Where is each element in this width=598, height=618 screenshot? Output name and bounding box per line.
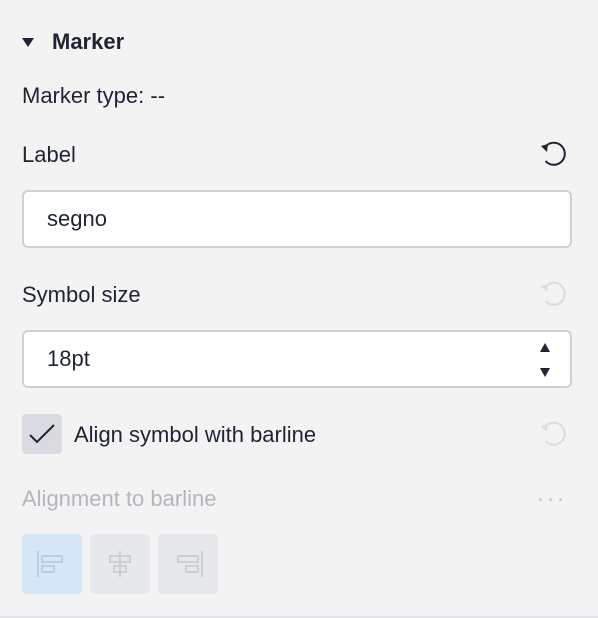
label-input[interactable] (47, 206, 487, 232)
symbol-size-field[interactable]: 18pt (22, 330, 572, 388)
align-left-icon (37, 551, 63, 577)
align-right-icon (177, 551, 203, 577)
align-symbol-label[interactable]: Align symbol with barline (74, 421, 316, 449)
marker-properties-panel: Marker Marker type: -- Label Symbol size… (0, 0, 598, 618)
symbol-size-label: Symbol size (22, 282, 141, 307)
reset-align-icon[interactable] (536, 416, 572, 452)
label-text-field[interactable] (22, 190, 572, 248)
stepper-down-icon[interactable] (540, 368, 550, 377)
checkmark-icon (29, 424, 55, 444)
label-field-label: Label (22, 142, 76, 167)
align-right-button[interactable] (158, 534, 218, 594)
align-left-button[interactable] (22, 534, 82, 594)
align-center-icon (109, 551, 131, 577)
reset-symbol-size-icon[interactable] (536, 276, 572, 312)
symbol-size-value[interactable]: 18pt (47, 346, 90, 372)
alignment-to-barline-label: Alignment to barline (22, 486, 217, 511)
align-center-button[interactable] (90, 534, 150, 594)
stepper-up-icon[interactable] (540, 343, 550, 352)
section-title: Marker (52, 29, 125, 54)
symbol-size-stepper[interactable] (536, 340, 556, 380)
marker-type-text: Marker type: -- (22, 83, 166, 108)
collapse-triangle-icon[interactable] (22, 38, 34, 47)
align-symbol-checkbox[interactable] (22, 414, 62, 454)
marker-section-header[interactable]: Marker (22, 28, 124, 56)
reset-label-icon[interactable] (536, 136, 572, 172)
more-options-icon[interactable] (539, 497, 562, 501)
